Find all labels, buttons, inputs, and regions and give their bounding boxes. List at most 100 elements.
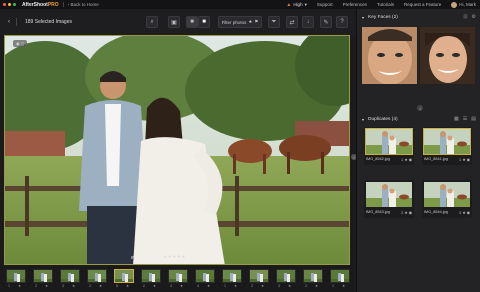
panel-resize-handle[interactable]: ↕	[417, 105, 423, 111]
duplicate-thumbnail	[423, 181, 471, 208]
filmstrip-rating: 2	[35, 284, 37, 288]
star-icon: ★	[153, 284, 157, 288]
help-button[interactable]: ?	[336, 16, 348, 28]
duplicate-filename: IMG_8543.jpg	[366, 210, 390, 214]
edit-button[interactable]: ✎	[320, 16, 332, 28]
square-icon: ■	[202, 19, 206, 25]
filmstrip-rating: 5	[116, 284, 118, 288]
reject-icon[interactable]: ⊗	[190, 254, 194, 260]
duplicates-header[interactable]: ▾ Duplicates (4) ▦ ☰ ▤	[357, 114, 480, 124]
key-face-2[interactable]	[420, 27, 475, 84]
chevron-right-icon: ›	[353, 154, 355, 160]
image-toolbar: ‹ 189 Selected Images ⌕ ▣ ■ ■ Filter pho…	[0, 9, 354, 35]
grid-icon[interactable]: ▦	[454, 116, 459, 122]
filmstrip-rating: 3	[278, 284, 280, 288]
filmstrip-rating: 2	[89, 284, 91, 288]
back-home-link[interactable]: ‹ Back to Home	[68, 2, 99, 7]
filmstrip-thumbnail[interactable]	[249, 269, 269, 283]
filmstrip-thumbnail[interactable]	[303, 269, 323, 283]
menu-support[interactable]: Support	[317, 2, 333, 7]
duplicate-thumbnail	[423, 128, 471, 155]
settings-icon[interactable]: ⚙	[472, 14, 476, 20]
circle-icon: ◉	[466, 211, 470, 215]
filmstrip-thumbnail[interactable]	[276, 269, 296, 283]
main-photo-viewer[interactable]: ◉ ▢ IMG_8542.jpg ★★★★★ ⊗	[4, 35, 350, 265]
single-view-button[interactable]: ■	[186, 16, 198, 28]
filmstrip-rating: 2	[251, 284, 253, 288]
funnel-filter-button[interactable]: ⏷	[268, 16, 280, 28]
star-icon: ★	[126, 284, 130, 288]
menu-request-feature[interactable]: Request a Feature	[404, 2, 441, 7]
white-view-button[interactable]: ■	[198, 16, 210, 28]
right-panel: ▾ Key Faces (2) ⊡ ⚙ ↕ ▾ Duplicates (4) ▦ ☰…	[356, 9, 480, 292]
filmstrip-rating: 1	[224, 284, 226, 288]
filmstrip-thumbnail[interactable]	[195, 269, 215, 283]
duplicate-thumbnail	[365, 181, 413, 208]
filmstrip-rating: 1	[8, 284, 10, 288]
duplicate-rating: 3 ★ ◉	[459, 211, 470, 215]
photo-caption: IMG_8542.jpg ★★★★★ ⊗	[131, 254, 194, 260]
duplicate-card[interactable]: IMG_8541.jpg 1 ★ ◉	[422, 127, 472, 165]
filmstrip-thumbnail[interactable]	[6, 269, 26, 283]
single-view-icon: ■	[190, 19, 194, 25]
filmstrip-thumbnail[interactable]	[168, 269, 188, 283]
expand-icon[interactable]: ⊡	[463, 14, 467, 20]
filmstrip-thumbnail[interactable]	[330, 269, 350, 283]
filmstrip-thumbnail[interactable]	[60, 269, 80, 283]
face-thumbnail	[362, 27, 417, 84]
app-title-bar: AfterShootPRO ‹ Back to Home ▲ High ▾ Supp…	[0, 0, 480, 9]
duplicate-thumbnail	[365, 128, 413, 155]
filmstrip-rating: 3	[170, 284, 172, 288]
grid-view-button[interactable]: ▣	[168, 16, 180, 28]
tiles-icon[interactable]: ▤	[471, 116, 476, 122]
list-icon[interactable]: ☰	[463, 116, 467, 122]
duplicate-card[interactable]: IMG_8543.jpg 3 ★ ◉	[364, 180, 414, 218]
compare-button[interactable]: ⇄	[286, 16, 298, 28]
star-icon: ★	[180, 284, 184, 288]
export-button[interactable]: ↓	[302, 16, 314, 28]
photo-rating[interactable]: ★★★★★	[163, 254, 186, 260]
duplicate-card[interactable]: IMG_8544.jpg 3 ★ ◉	[422, 180, 472, 218]
filmstrip-rating: 4	[197, 284, 199, 288]
filmstrip-thumbnail[interactable]	[33, 269, 53, 283]
help-icon: ?	[340, 19, 344, 25]
filmstrip-thumbnail[interactable]	[87, 269, 107, 283]
duplicate-rating: 3 ★ ◉	[401, 211, 412, 215]
quality-selector[interactable]: ▲ High ▾	[286, 2, 306, 8]
back-button[interactable]: ‹	[8, 19, 10, 25]
menu-tutorials[interactable]: Tutorials	[377, 2, 394, 7]
magnifier-icon: ⌕	[150, 18, 154, 25]
duplicate-rating: 1 ★ ◉	[401, 158, 412, 162]
duplicate-rating: 1 ★ ◉	[459, 158, 470, 162]
photo-badge: ◉ ▢	[13, 40, 28, 47]
star-icon: ★	[207, 284, 211, 288]
star-icon: ★	[261, 284, 265, 288]
filter-photos-button[interactable]: Filter photos ★ ⚑	[218, 16, 262, 28]
filmstrip-thumbnail[interactable]	[141, 269, 161, 283]
duplicate-filename: IMG_8544.jpg	[424, 210, 448, 214]
circle-icon: ◉	[408, 211, 412, 215]
circle-icon: ◉	[408, 158, 412, 162]
grid-icon: ▣	[171, 19, 177, 26]
menu-preferences[interactable]: Preferences	[343, 2, 367, 7]
key-face-1[interactable]	[362, 27, 417, 84]
star-icon: ★	[404, 158, 408, 162]
filmstrip-thumbnail[interactable]	[222, 269, 242, 283]
star-icon: ★	[99, 284, 103, 288]
duplicate-filename: IMG_8542.jpg	[366, 157, 390, 161]
window-controls[interactable]	[3, 3, 16, 6]
filmstrip-rating: 2	[143, 284, 145, 288]
swap-icon: ⇄	[289, 19, 295, 26]
filmstrip-rating: 3	[62, 284, 64, 288]
filmstrip: 1 ★ 2 ★ 3 ★ 2 ★ 5 ★ 2 ★ 3 ★ 4 ★ 1 ★ 2 ★ 3 ★ 2 ★ 1 ★	[0, 266, 354, 292]
user-menu[interactable]: Hi, Mark	[451, 1, 476, 8]
zoom-button[interactable]: ⌕	[146, 16, 158, 28]
filmstrip-thumbnail[interactable]	[114, 269, 134, 283]
duplicate-card[interactable]: IMG_8542.jpg 1 ★ ◉	[364, 127, 414, 165]
star-icon: ★	[288, 284, 292, 288]
face-thumbnail	[420, 27, 475, 84]
star-icon: ★	[462, 158, 466, 162]
star-icon: ★	[462, 211, 466, 215]
duplicate-filename: IMG_8541.jpg	[424, 157, 448, 161]
key-faces-header[interactable]: ▾ Key Faces (2) ⊡ ⚙	[357, 12, 480, 22]
